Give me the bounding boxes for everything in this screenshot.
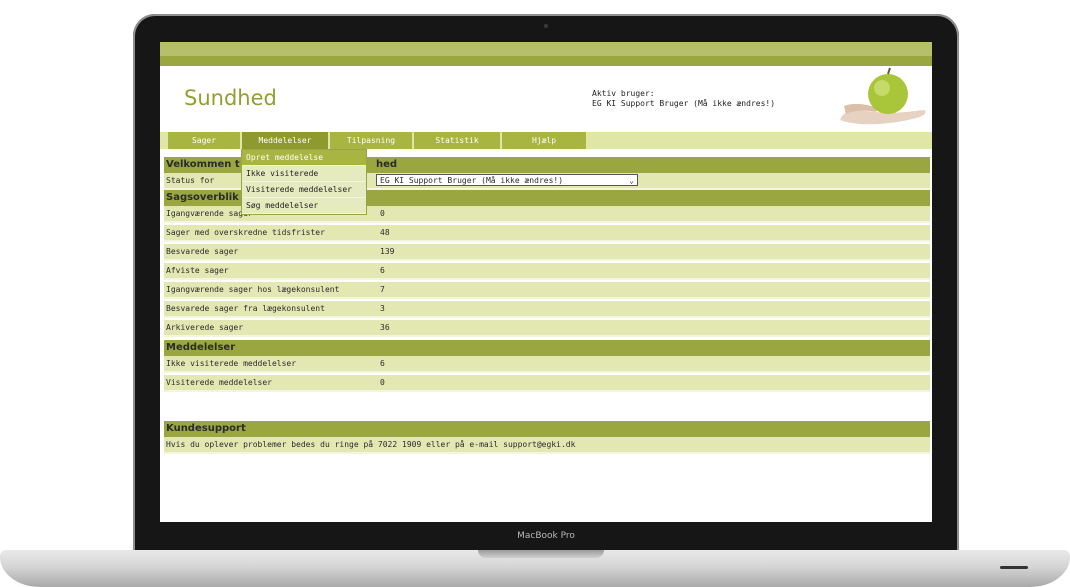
active-user-name: EG KI Support Bruger (Må ikke ændres!) (592, 99, 776, 108)
menu-item-soeg-meddelelser[interactable]: Søg meddelelser (242, 198, 366, 214)
status-select-value: EG KI Support Bruger (Må ikke ændres!) (380, 176, 564, 185)
menu-item-opret-meddelelse[interactable]: Opret meddelelse (242, 150, 366, 166)
row-label: Besvarede sager (166, 247, 239, 256)
active-user-info: Aktiv bruger: EG KI Support Bruger (Må i… (592, 89, 775, 109)
row-label: Igangværende sager hos lægekonsulent (166, 285, 340, 294)
row-value: 48 (380, 228, 390, 237)
top-bar-accent (160, 56, 932, 66)
table-row: Sager med overskredne tidsfrister 48 (164, 225, 930, 242)
row-label: Ikke visiterede meddelelser (166, 359, 297, 368)
table-row: Ikke visiterede meddelelser 6 (164, 356, 930, 373)
welcome-heading-start: Velkommen t (166, 159, 240, 170)
row-label: Arkiverede sager (166, 323, 244, 332)
support-row: Hvis du oplever problemer bedes du ringe… (164, 437, 930, 454)
menu-item-visiterede-meddelelser[interactable]: Visiterede meddelelser (242, 182, 366, 198)
table-row: Visiterede meddelelser 0 (164, 375, 930, 392)
tab-statistik[interactable]: Statistik (414, 132, 500, 149)
row-value: 6 (380, 359, 385, 368)
meddelelser-dropdown-menu: Opret meddelelse Ikke visiterede Visiter… (241, 149, 367, 215)
row-value: 139 (380, 247, 395, 256)
active-user-label: Aktiv bruger: (592, 89, 655, 98)
apple-in-hand-icon (840, 67, 926, 125)
tab-tilpasning[interactable]: Tilpasning (330, 132, 412, 149)
welcome-heading-tail: hed (376, 159, 398, 170)
row-label: Besvarede sager fra lægekonsulent (166, 304, 325, 313)
screen: Sundhed Aktiv bruger: EG KI Support Brug… (160, 42, 932, 522)
camera-icon (544, 24, 548, 28)
support-heading: Kundesupport (164, 421, 930, 437)
status-select[interactable]: EG KI Support Bruger (Må ikke ændres!) ⌄ (376, 174, 638, 186)
row-label: Igangværende sager (166, 209, 253, 218)
row-label: Visiterede meddelelser (166, 378, 272, 387)
messages-heading: Meddelelser (164, 340, 930, 356)
table-row: Arkiverede sager 36 (164, 320, 930, 337)
app-title: Sundhed (184, 86, 277, 110)
row-value: 3 (380, 304, 385, 313)
menu-item-ikke-visiterede[interactable]: Ikke visiterede (242, 166, 366, 182)
laptop-notch (478, 550, 604, 558)
support-text: Hvis du oplever problemer bedes du ringe… (166, 440, 576, 449)
row-value: 0 (380, 378, 385, 387)
row-value: 36 (380, 323, 390, 332)
tab-hjaelp[interactable]: Hjælp (502, 132, 586, 149)
row-value: 6 (380, 266, 385, 275)
tab-meddelelser[interactable]: Meddelelser (242, 132, 328, 149)
table-row: Besvarede sager fra lægekonsulent 3 (164, 301, 930, 318)
row-value: 7 (380, 285, 385, 294)
tab-sager[interactable]: Sager (168, 132, 240, 149)
model-label: MacBook Pro (517, 531, 575, 541)
top-bar (160, 42, 932, 56)
row-label: Sager med overskredne tidsfrister (166, 228, 325, 237)
row-value: 0 (380, 209, 385, 218)
row-label: Afviste sager (166, 266, 229, 275)
status-label: Status for (166, 176, 215, 185)
table-row: Besvarede sager 139 (164, 244, 930, 261)
table-row: Afviste sager 6 (164, 263, 930, 280)
table-row: Igangværende sager hos lægekonsulent 7 (164, 282, 930, 299)
base-detail (1000, 566, 1028, 569)
chevron-down-icon: ⌄ (629, 176, 634, 185)
